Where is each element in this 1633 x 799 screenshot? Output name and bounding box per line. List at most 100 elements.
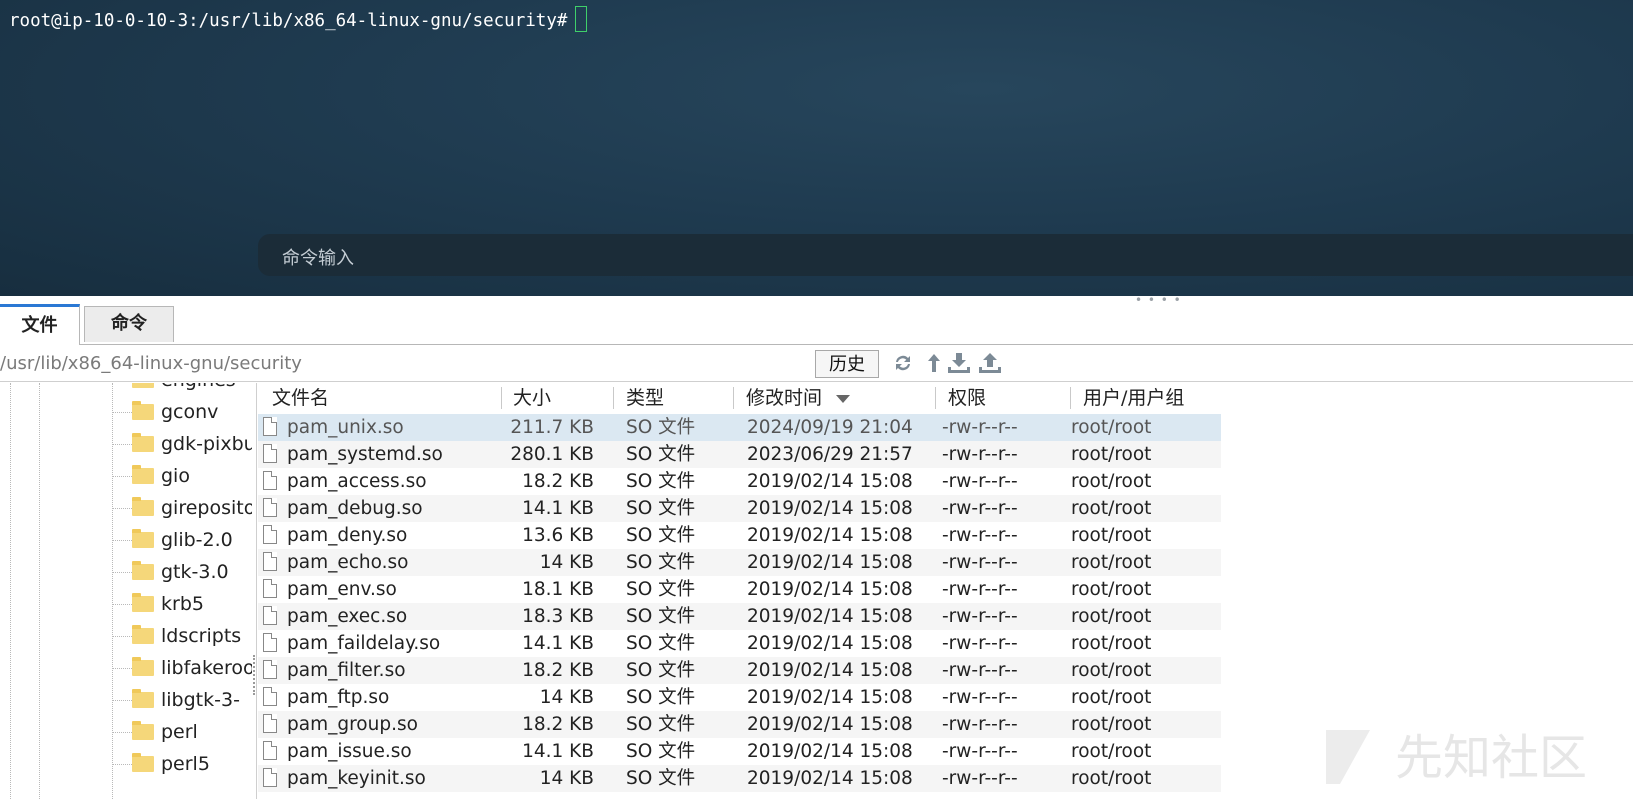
cell-type: SO 文件 [626, 687, 696, 708]
tree-item[interactable]: glib-2.0 [112, 527, 252, 553]
splitter-grip-icon[interactable]: • • • • [1135, 294, 1182, 306]
tree-item[interactable]: gtk-3.0 [112, 559, 252, 585]
folder-icon [132, 529, 154, 548]
table-row[interactable]: pam_ftp.so 14 KB SO 文件 2019/02/14 15:08 -rw-… [258, 684, 1221, 711]
tree-item[interactable]: perl5 [112, 751, 252, 777]
cell-owner: root/root [1071, 417, 1152, 438]
column-header-type[interactable]: 类型 [626, 383, 664, 413]
cell-size: 14.1 KB [522, 633, 594, 654]
cell-type: SO 文件 [626, 498, 696, 519]
cell-mtime: 2019/02/14 15:08 [747, 471, 913, 492]
terminal-cursor [575, 6, 588, 32]
cell-size: 18.3 KB [522, 606, 594, 627]
cell-type: SO 文件 [626, 552, 696, 573]
cell-size: 18.2 KB [522, 471, 594, 492]
table-row[interactable]: pam_exec.so 18.3 KB SO 文件 2019/02/14 15:08 -… [258, 603, 1221, 630]
up-arrow-icon[interactable] [922, 352, 946, 376]
table-row[interactable]: pam_issue.so 14.1 KB SO 文件 2019/02/14 15:08… [258, 738, 1221, 765]
column-divider[interactable] [733, 387, 734, 409]
table-row[interactable]: pam_unix.so 211.7 KB SO 文件 2024/09/19 21:04… [258, 414, 1221, 441]
tree-item[interactable]: gio [112, 463, 252, 489]
folder-icon [132, 753, 154, 772]
cell-perm: -rw-r--r-- [942, 660, 1018, 681]
cell-owner: root/root [1071, 768, 1152, 789]
refresh-icon[interactable] [891, 352, 915, 376]
cell-owner: root/root [1071, 714, 1152, 735]
file-icon [263, 552, 277, 571]
file-icon [263, 579, 277, 598]
command-input[interactable]: 命令输入 [258, 234, 1633, 276]
cell-size: 18.1 KB [522, 579, 594, 600]
cell-mtime: 2024/09/19 21:04 [747, 417, 913, 438]
cell-name: pam_systemd.so [287, 444, 443, 465]
cell-type: SO 文件 [626, 471, 696, 492]
column-header-size[interactable]: 大小 [513, 383, 551, 413]
tree-item[interactable]: engines [112, 383, 252, 393]
folder-icon [132, 721, 154, 740]
tree-item[interactable]: ldscripts [112, 623, 252, 649]
cell-owner: root/root [1071, 525, 1152, 546]
cell-type: SO 文件 [626, 606, 696, 627]
tree-item[interactable]: girepository [112, 495, 252, 521]
folder-icon [132, 383, 154, 388]
cell-perm: -rw-r--r-- [942, 498, 1018, 519]
history-button[interactable]: 历史 [815, 350, 879, 378]
cell-perm: -rw-r--r-- [942, 444, 1018, 465]
folder-tree[interactable]: engines gconv gdk-pixbuf gio girepositor… [0, 383, 257, 799]
tree-item[interactable]: libfakeroot [112, 655, 252, 681]
table-row[interactable]: pam_group.so 18.2 KB SO 文件 2019/02/14 15:08… [258, 711, 1221, 738]
table-row[interactable]: pam_keyinit.so 14 KB SO 文件 2019/02/14 15:08… [258, 765, 1221, 792]
path-input[interactable]: /usr/lib/x86_64-linux-gnu/security [0, 351, 810, 377]
column-divider[interactable] [501, 387, 502, 409]
tree-guide-line [10, 383, 11, 799]
cell-name: pam_deny.so [287, 525, 408, 546]
table-row[interactable]: pam_filter.so 18.2 KB SO 文件 2019/02/14 15:0… [258, 657, 1221, 684]
column-header-name[interactable]: 文件名 [272, 383, 329, 413]
cell-size: 14 KB [539, 687, 594, 708]
table-row[interactable]: pam_env.so 18.1 KB SO 文件 2019/02/14 15:08 -r… [258, 576, 1221, 603]
column-header-permissions[interactable]: 权限 [948, 383, 986, 413]
cell-mtime: 2019/02/14 15:08 [747, 768, 913, 789]
table-row[interactable]: pam_faildelay.so 14.1 KB SO 文件 2019/02/14 1… [258, 630, 1221, 657]
column-divider[interactable] [935, 387, 936, 409]
column-header-owner[interactable]: 用户/用户组 [1083, 383, 1184, 413]
cell-type: SO 文件 [626, 417, 696, 438]
cell-size: 14.1 KB [522, 498, 594, 519]
table-row[interactable]: pam_debug.so 14.1 KB SO 文件 2019/02/14 15:08… [258, 495, 1221, 522]
cell-name: pam_filter.so [287, 660, 406, 681]
tree-item[interactable]: krb5 [112, 591, 252, 617]
folder-icon [132, 497, 154, 516]
cell-size: 14.1 KB [522, 741, 594, 762]
file-icon [263, 471, 277, 490]
cell-type: SO 文件 [626, 660, 696, 681]
column-divider[interactable] [1070, 387, 1071, 409]
tab-files[interactable]: 文件 [0, 304, 80, 345]
download-icon[interactable] [947, 352, 971, 376]
table-row[interactable]: pam_echo.so 14 KB SO 文件 2019/02/14 15:08 -rw… [258, 549, 1221, 576]
table-row[interactable]: pam_systemd.so 280.1 KB SO 文件 2023/06/29 21… [258, 441, 1221, 468]
pane-splitter[interactable] [0, 296, 1633, 304]
cell-size: 18.2 KB [522, 660, 594, 681]
cell-mtime: 2019/02/14 15:08 [747, 552, 913, 573]
cell-perm: -rw-r--r-- [942, 606, 1018, 627]
terminal-pane[interactable]: root@ip-10-0-10-3:/usr/lib/x86_64-linux-… [0, 0, 1633, 296]
tree-item[interactable]: perl [112, 719, 252, 745]
cell-name: pam_exec.so [287, 606, 408, 627]
sort-descending-icon[interactable] [836, 395, 850, 403]
tree-item[interactable]: gconv [112, 399, 252, 425]
table-row[interactable]: pam_deny.so 13.6 KB SO 文件 2019/02/14 15:08 -… [258, 522, 1221, 549]
tab-commands[interactable]: 命令 [84, 306, 174, 342]
cell-type: SO 文件 [626, 714, 696, 735]
cell-name: pam_unix.so [287, 417, 404, 438]
terminal-prompt-line: root@ip-10-0-10-3:/usr/lib/x86_64-linux-… [9, 6, 588, 32]
cell-name: pam_debug.so [287, 498, 423, 519]
column-header-mtime[interactable]: 修改时间 [746, 383, 822, 413]
column-divider[interactable] [613, 387, 614, 409]
upload-icon[interactable] [978, 352, 1002, 376]
tree-item[interactable]: libgtk-3- [112, 687, 252, 713]
tree-item[interactable]: gdk-pixbuf [112, 431, 252, 457]
table-row[interactable]: pam_access.so 18.2 KB SO 文件 2019/02/14 15:0… [258, 468, 1221, 495]
path-bar: /usr/lib/x86_64-linux-gnu/security 历史 [0, 345, 1633, 382]
cell-type: SO 文件 [626, 525, 696, 546]
folder-icon [132, 561, 154, 580]
